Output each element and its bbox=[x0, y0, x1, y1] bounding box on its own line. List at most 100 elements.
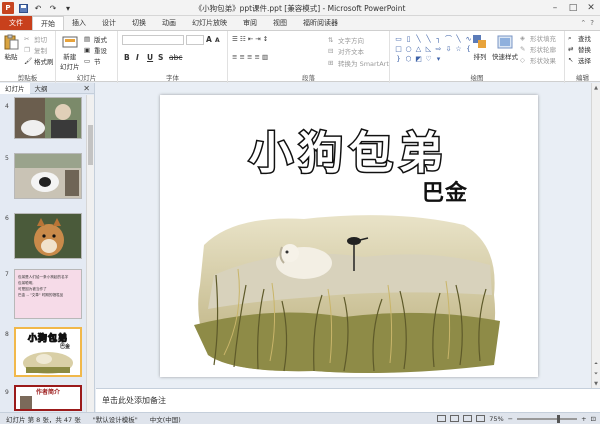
arrange-button[interactable]: 排列 bbox=[472, 34, 488, 61]
scroll-up-icon[interactable]: ▲ bbox=[592, 83, 600, 92]
tab-view[interactable]: 视图 bbox=[265, 16, 295, 30]
elbow-shape-icon[interactable]: ┐ bbox=[434, 34, 443, 43]
zoom-slider[interactable] bbox=[517, 414, 578, 423]
next-slide-icon[interactable]: ⏷ bbox=[592, 369, 600, 378]
shrink-font-button[interactable]: A bbox=[215, 37, 220, 44]
close-pane-icon[interactable]: ✕ bbox=[83, 84, 90, 93]
slide-sorter-view-icon[interactable] bbox=[450, 415, 460, 422]
curve-shape-icon[interactable]: ⌒ bbox=[444, 34, 453, 43]
shapes-gallery[interactable]: ▭ ▯ ╲ ╲ ┐ ⌒ ╲ ∿ □ ○ △ ◺ ⇨ ⇩ ☆ { } ⬡ ◩ ♡ … bbox=[394, 34, 471, 63]
maximize-icon[interactable]: □ bbox=[564, 0, 582, 15]
zoom-in-icon[interactable]: + bbox=[581, 415, 586, 423]
underline-button[interactable]: U bbox=[147, 53, 153, 62]
minimize-ribbon-icon[interactable]: ⌃ bbox=[580, 19, 586, 27]
new-slide-button[interactable]: 新建 幻灯片 bbox=[60, 34, 80, 71]
notes-placeholder[interactable]: 单击此处添加备注 bbox=[102, 395, 166, 406]
help-icon[interactable]: ? bbox=[590, 19, 594, 27]
font-name-combo[interactable] bbox=[122, 35, 184, 45]
brace2-shape-icon[interactable]: } bbox=[394, 54, 403, 63]
line3-shape-icon[interactable]: ╲ bbox=[454, 34, 463, 43]
line2-shape-icon[interactable]: ╲ bbox=[424, 34, 433, 43]
normal-view-icon[interactable] bbox=[437, 415, 447, 422]
layout-label: 版式 bbox=[94, 36, 107, 44]
scroll-down-icon[interactable]: ▼ bbox=[592, 379, 600, 388]
callout-shape-icon[interactable]: ◩ bbox=[414, 54, 423, 63]
arrow-right-shape-icon[interactable]: ⇨ bbox=[434, 44, 443, 53]
text-shadow-button[interactable]: S bbox=[158, 53, 163, 62]
tab-slides[interactable]: 幻灯片 bbox=[0, 82, 30, 94]
notes-pane[interactable]: 单击此处添加备注 bbox=[96, 388, 600, 412]
hexagon-shape-icon[interactable]: ⬡ bbox=[404, 54, 413, 63]
align-text-label: 对齐文本 bbox=[338, 48, 364, 56]
bold-button[interactable]: B bbox=[124, 53, 130, 62]
tab-foxit-reader[interactable]: 福昕阅读器 bbox=[295, 16, 346, 30]
reading-view-icon[interactable] bbox=[463, 415, 473, 422]
tab-animations[interactable]: 动画 bbox=[154, 16, 184, 30]
tab-home[interactable]: 开始 bbox=[32, 16, 64, 30]
find-button[interactable]: ⌕ 查找 bbox=[568, 33, 591, 43]
triangle-shape-icon[interactable]: △ bbox=[414, 44, 423, 53]
slide-thumbnail[interactable] bbox=[14, 97, 82, 139]
slide-vertical-scrollbar[interactable]: ▲ ⏶ ⏷ ▼ bbox=[591, 83, 600, 388]
reset-button[interactable]: ▣ 重设 bbox=[84, 45, 107, 55]
shape-outline-button[interactable]: ✎ 形状轮廓 bbox=[520, 44, 556, 54]
section-button[interactable]: ▭ 节 bbox=[84, 56, 101, 66]
shape-effects-button[interactable]: ◇ 形状效果 bbox=[520, 55, 556, 65]
grow-font-button[interactable]: A bbox=[206, 35, 212, 44]
tab-review[interactable]: 审阅 bbox=[235, 16, 265, 30]
format-painter-button[interactable]: 🖌 格式刷 bbox=[24, 56, 54, 66]
rt-triangle-shape-icon[interactable]: ◺ bbox=[424, 44, 433, 53]
select-button[interactable]: ↖ 选择 bbox=[568, 55, 591, 65]
zoom-out-icon[interactable]: − bbox=[508, 415, 513, 423]
slide-author[interactable]: 巴金 bbox=[422, 175, 468, 207]
slide-canvas[interactable]: 小狗包弟 巴金 bbox=[160, 95, 538, 377]
align-icons[interactable]: ≡ ≡ ≡ ≡ ▥ bbox=[232, 53, 268, 61]
language-indicator[interactable]: 中文(中国) bbox=[144, 414, 187, 424]
tab-insert[interactable]: 插入 bbox=[64, 16, 94, 30]
zoom-level[interactable]: 75% bbox=[489, 415, 503, 423]
tab-transitions[interactable]: 切换 bbox=[124, 16, 154, 30]
textbox-shape-icon[interactable]: ▭ bbox=[394, 34, 403, 43]
text-direction-button[interactable]: ⇅ 文字方向 bbox=[328, 35, 364, 45]
pane-scroll-thumb[interactable] bbox=[88, 125, 93, 165]
minimize-icon[interactable]: – bbox=[546, 0, 564, 15]
slide-thumbnail[interactable]: 作者简介 bbox=[14, 385, 82, 411]
layout-button[interactable]: ▤ 版式 bbox=[84, 34, 107, 44]
arrow-down-shape-icon[interactable]: ⇩ bbox=[444, 44, 453, 53]
dog-in-grass-illustration[interactable] bbox=[194, 205, 504, 375]
slideshow-view-icon[interactable] bbox=[476, 415, 486, 422]
tab-design[interactable]: 设计 bbox=[94, 16, 124, 30]
slide-title[interactable]: 小狗包弟 bbox=[160, 117, 538, 181]
font-size-combo[interactable] bbox=[186, 35, 204, 45]
pane-scrollbar[interactable] bbox=[86, 95, 94, 412]
more-shapes-icon[interactable]: ▾ bbox=[434, 54, 443, 63]
align-text-button[interactable]: ⊟ 对齐文本 bbox=[328, 46, 364, 56]
oval-shape-icon[interactable]: ○ bbox=[404, 44, 413, 53]
slide-thumbnail-current[interactable]: 小狗包弟 巴金 bbox=[14, 327, 82, 377]
slide-thumbnail[interactable]: 包弟是人们给一条小狗起的名字 包弟聪明, 可是因为被当作了 巴金 -- "文革"… bbox=[14, 269, 82, 319]
cut-button[interactable]: ✂ 剪切 bbox=[24, 34, 47, 44]
zoom-slider-knob[interactable] bbox=[557, 414, 561, 423]
prev-slide-icon[interactable]: ⏶ bbox=[592, 359, 600, 368]
close-icon[interactable]: ✕ bbox=[582, 0, 600, 15]
replace-button[interactable]: ⇄ 替换 bbox=[568, 44, 591, 54]
slide-thumbnail[interactable] bbox=[14, 153, 82, 199]
textbox-v-shape-icon[interactable]: ▯ bbox=[404, 34, 413, 43]
heart-shape-icon[interactable]: ♡ bbox=[424, 54, 433, 63]
fit-to-window-icon[interactable]: ⊡ bbox=[591, 415, 596, 423]
paste-button[interactable]: 粘贴 bbox=[3, 34, 19, 61]
tab-file[interactable]: 文件 bbox=[0, 16, 32, 30]
smartart-button[interactable]: ⊞ 转换为 SmartArt bbox=[328, 58, 389, 68]
tab-slideshow[interactable]: 幻灯片放映 bbox=[184, 16, 235, 30]
slide-thumbnail[interactable] bbox=[14, 213, 82, 259]
shape-fill-button[interactable]: ◈ 形状填充 bbox=[520, 33, 556, 43]
bullets-icon[interactable]: ☰ ☷ ⇤ ⇥ ↕ bbox=[232, 35, 268, 43]
copy-button[interactable]: ❐ 复制 bbox=[24, 45, 47, 55]
italic-button[interactable]: I bbox=[136, 53, 139, 62]
star-shape-icon[interactable]: ☆ bbox=[454, 44, 463, 53]
tab-outline[interactable]: 大纲 bbox=[30, 83, 53, 94]
rect-shape-icon[interactable]: □ bbox=[394, 44, 403, 53]
strikethrough-button[interactable]: abc bbox=[169, 53, 182, 62]
line-shape-icon[interactable]: ╲ bbox=[414, 34, 423, 43]
quick-styles-button[interactable]: 快速样式 bbox=[492, 34, 518, 61]
